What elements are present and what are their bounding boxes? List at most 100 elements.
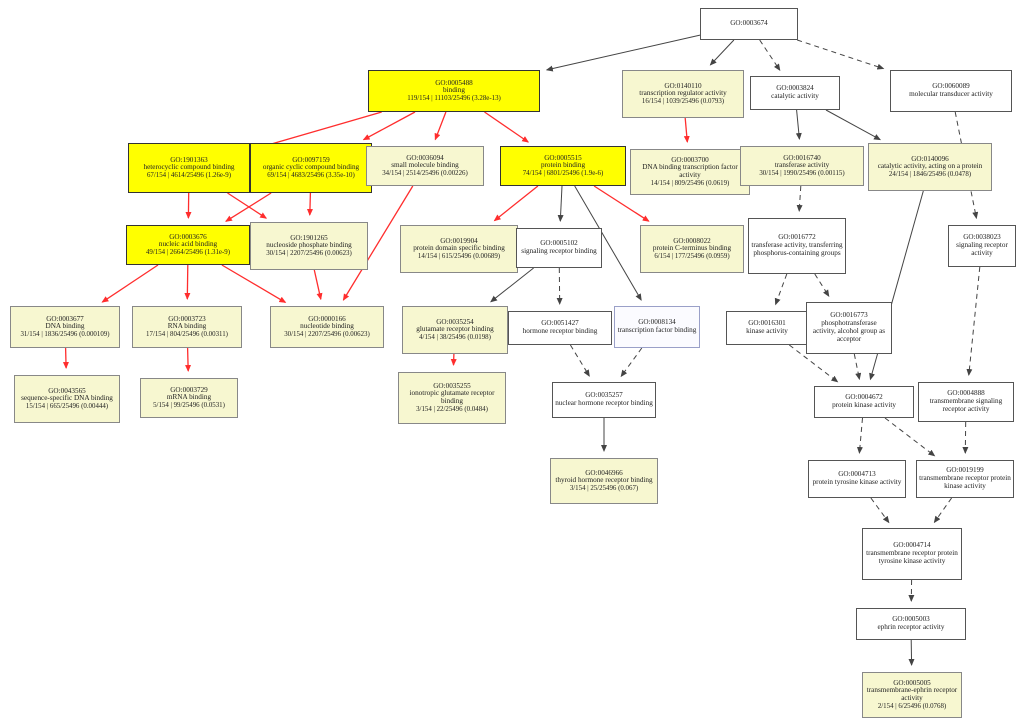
go-node-label: heterocyclic compound binding [143,163,235,172]
go-node-stats: 30/154 | 1990/25496 (0.00115) [759,170,845,178]
go-node-label: transcription regulator activity [639,89,727,98]
go-node[interactable]: GO:0016772 transferase activity, transfer… [748,218,846,274]
go-node[interactable]: GO:0019904 protein domain specific bindin… [400,225,518,273]
go-edge [221,264,287,303]
go-node[interactable]: GO:0003824 catalytic activity [750,76,840,110]
go-node-label: mRNA binding [166,393,212,402]
go-edge [101,264,159,303]
go-node-stats: 24/154 | 1846/25496 (0.0478) [888,171,972,179]
go-node-stats: 67/154 | 4614/25496 (1.26e-9) [146,172,232,180]
go-node-label: transmembrane signaling receptor activit… [929,397,1003,413]
go-node-label: catalytic activity [771,92,819,100]
go-edge [557,185,564,222]
go-node-label: transmembrane-ephrin receptor activity [866,686,958,703]
go-node-label: molecular transducer activity [909,90,993,98]
go-node[interactable]: GO:0038023 signaling receptor activity [948,225,1016,267]
go-node[interactable]: GO:0008134 transcription factor binding [614,306,700,348]
go-node-label: DNA binding [45,322,85,331]
go-edge [853,353,862,381]
go-edge [225,192,272,222]
go-node-stats: 3/154 | 22/25496 (0.0484) [416,405,488,413]
go-node[interactable]: GO:0008022 protein C-terminus binding 6/15… [640,225,744,273]
go-node[interactable]: GO:0097159 organic cyclic compound bindin… [250,143,372,193]
go-node[interactable]: GO:1901265 nucleoside phosphate binding 30… [250,222,368,270]
go-node-label: protein binding [540,161,586,170]
go-node[interactable]: GO:0003676 nucleic acid binding 49/154 | 2… [126,225,250,265]
go-node-label: transferase activity, transferring phosp… [751,241,843,257]
go-node[interactable]: GO:0060089 molecular transducer activity [890,70,1012,112]
go-node-label: sequence-specific DNA binding [21,394,113,403]
go-edge [620,347,643,378]
go-node-label: glutamate receptor binding [416,325,494,334]
go-node[interactable]: GO:0003723 RNA binding 17/154 | 804/25496 … [132,306,242,348]
go-node[interactable]: GO:0016301 kinase activity [726,311,808,345]
go-edge [62,347,69,369]
go-node[interactable]: GO:0051427 hormone receptor binding [508,311,612,345]
go-edge [795,109,802,140]
go-node-stats: 15/154 | 665/25496 (0.00444) [25,403,109,411]
go-node[interactable]: GO:0004713 protein tyrosine kinase activi… [808,460,906,498]
go-node[interactable]: GO:0046966 thyroid hormone receptor bindi… [550,458,658,504]
go-node-label: small molecule binding [391,161,459,170]
go-edge [313,269,323,301]
go-node[interactable]: GO:0004888 transmembrane signaling recept… [918,382,1014,422]
go-node[interactable]: GO:0140110 transcription regulator activi… [622,70,744,118]
go-node-stats: 30/154 | 2207/25496 (0.00623) [284,331,370,339]
go-node[interactable]: GO:0035255 ionotropic glutamate receptor … [398,372,506,424]
go-node[interactable]: GO:0004714 transmembrane receptor protein… [862,528,962,580]
go-edge [709,39,735,66]
go-node-label: hormone receptor binding [522,327,598,335]
go-node-label: binding [443,86,465,95]
go-node-label: phosphotransferase activity, alcohol gro… [812,319,886,343]
go-node-label: ephrin receptor activity [877,623,945,631]
go-node-label: signaling receptor activity [956,241,1008,257]
go-node[interactable]: GO:0016740 transferase activity 30/154 | 1… [740,146,864,186]
go-edge [362,111,416,141]
go-node-label: RNA binding [167,322,207,331]
go-node[interactable]: GO:1901363 heterocyclic compound binding 6… [128,143,250,193]
go-node[interactable]: GO:0003729 mRNA binding 5/154 | 99/25496 (… [140,378,238,418]
go-node[interactable]: GO:0035257 nuclear hormone receptor bindi… [552,382,656,418]
go-edge [774,273,788,306]
go-node[interactable]: GO:0003674 [700,8,798,40]
go-node[interactable]: GO:0005005 transmembrane-ephrin receptor … [862,672,962,718]
go-node[interactable]: GO:0005515 protein binding 74/154 | 6801/2… [500,146,626,186]
go-node[interactable]: GO:0005488 binding 119/154 | 11103/25496 (… [368,70,540,112]
go-node-stats: 2/154 | 6/25496 (0.0768) [877,702,947,710]
go-node-label: nucleotide binding [300,322,354,331]
go-node-id: GO:0003674 [730,19,768,28]
go-node-stats: 49/154 | 2664/25496 (1.31e-9) [145,249,231,257]
go-edge [759,39,781,72]
go-edge [683,117,690,143]
go-node[interactable]: GO:0043565 sequence-specific DNA binding 1… [14,375,120,423]
go-node[interactable]: GO:0005102 signaling receptor binding [516,228,602,268]
go-edge [814,273,830,297]
go-edge [185,347,192,372]
go-edge [933,497,953,524]
go-node-stats: 69/154 | 4683/25496 (3.35e-10) [267,172,355,180]
go-node[interactable]: GO:0035254 glutamate receptor binding 4/15… [402,306,508,354]
go-edge [184,264,191,300]
go-node[interactable]: GO:0000166 nucleotide binding 30/154 | 220… [270,306,384,348]
go-node-label: signaling receptor binding [521,247,597,255]
go-edge [870,497,890,524]
go-node-label: transferase activity [774,161,830,170]
go-node-stats: 34/154 | 2514/25496 (0.00226) [382,170,468,178]
go-node-label: protein kinase activity [832,401,896,409]
go-node[interactable]: GO:0036094 small molecule binding 34/154 |… [366,146,484,186]
go-edge [545,34,701,72]
go-node[interactable]: GO:0004672 protein kinase activity [814,386,914,418]
go-node-label: protein tyrosine kinase activity [812,478,902,486]
go-node[interactable]: GO:0005003 ephrin receptor activity [856,608,966,640]
go-node[interactable]: GO:0016773 phosphotransferase activity, a… [806,302,892,354]
go-edge [825,109,881,141]
go-node[interactable]: GO:0003677 DNA binding 31/154 | 1836/25496… [10,306,120,348]
go-node[interactable]: GO:0140096 catalytic activity, acting on … [868,143,992,191]
go-node[interactable]: GO:0019199 transmembrane receptor protein… [916,460,1014,498]
go-node-label: transmembrane receptor protein kinase ac… [919,474,1011,490]
go-edge [484,111,530,143]
go-node-label: nucleoside phosphate binding [266,241,352,250]
go-node[interactable]: GO:0003700 DNA binding transcription fact… [630,149,750,195]
go-edge [884,417,936,457]
go-node-stats: 30/154 | 2207/25496 (0.00623) [266,250,352,258]
